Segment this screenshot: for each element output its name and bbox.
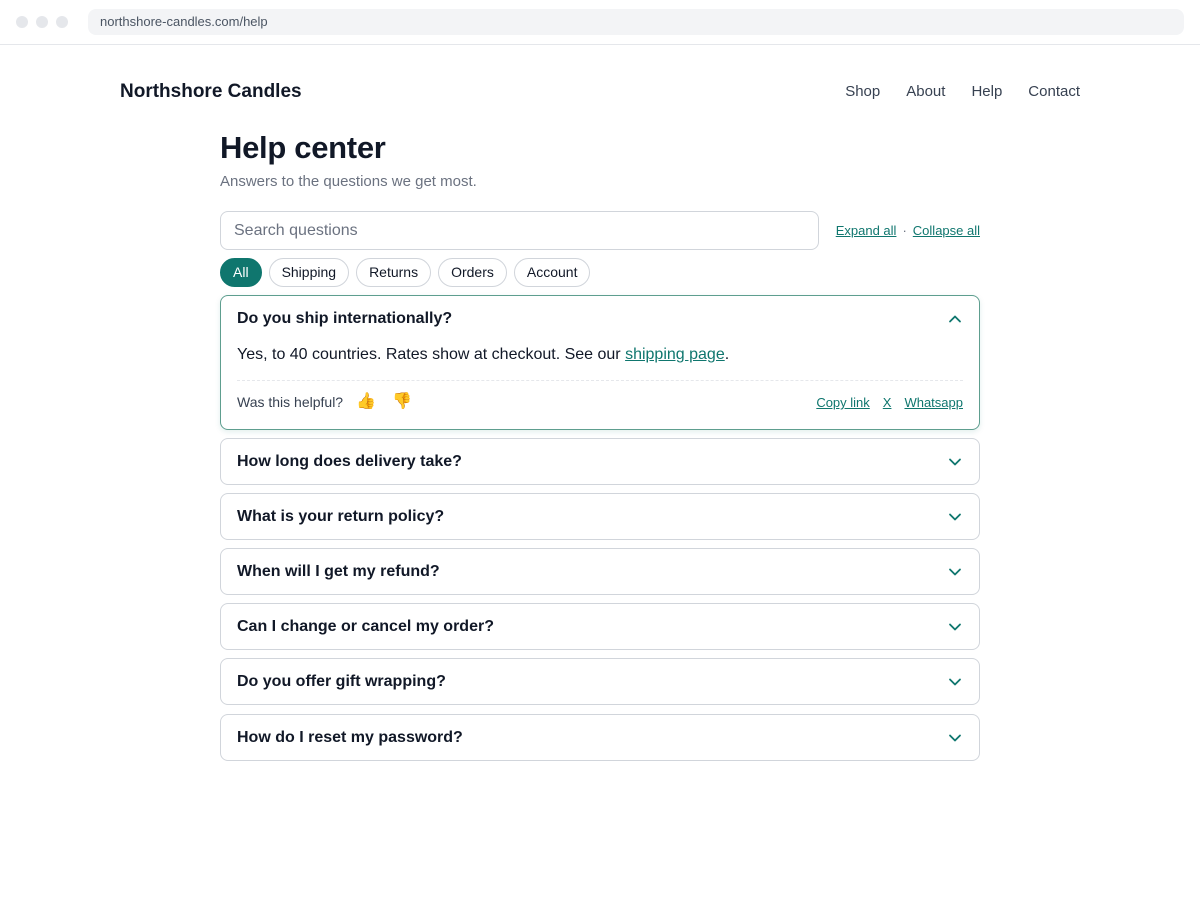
nav-link-help[interactable]: Help bbox=[971, 82, 1002, 102]
window-close-dot[interactable] bbox=[16, 16, 28, 28]
faq-item-open: Do you ship internationally? Yes, to 40 … bbox=[220, 295, 980, 430]
thumbs-down-icon[interactable]: 👎 bbox=[392, 393, 412, 411]
answer-text: Yes, to 40 countries. Rates show at chec… bbox=[237, 346, 626, 363]
filter-chip-account[interactable]: Account bbox=[513, 258, 591, 287]
helpful-label: Was this helpful? bbox=[237, 394, 344, 410]
shipping-page-link[interactable]: shipping page bbox=[625, 346, 725, 363]
brand-logo[interactable]: Northshore Candles bbox=[120, 80, 302, 104]
faq-question: Do you ship internationally? bbox=[237, 309, 453, 327]
faq-question: What is your return policy? bbox=[237, 507, 445, 525]
filter-chip-orders[interactable]: Orders bbox=[438, 258, 507, 287]
filter-chip-returns[interactable]: Returns bbox=[356, 258, 432, 287]
faq-question-toggle[interactable]: When will I get my refund? bbox=[221, 549, 979, 594]
faq-item[interactable]: Do you offer gift wrapping? bbox=[220, 658, 980, 705]
answer-suffix: . bbox=[724, 346, 730, 363]
faq-answer: Yes, to 40 countries. Rates show at chec… bbox=[221, 341, 979, 366]
faq-feedback-row: Was this helpful? 👍 👎 Copy link X Whatsa… bbox=[221, 381, 979, 425]
chevron-down-icon bbox=[947, 564, 963, 580]
faq-question: When will I get my refund? bbox=[237, 562, 440, 580]
faq-question-toggle[interactable]: Do you offer gift wrapping? bbox=[221, 659, 979, 704]
thumbs-up-icon[interactable]: 👍 bbox=[356, 393, 376, 411]
faq-question-toggle[interactable]: How long does delivery take? bbox=[221, 439, 979, 484]
faq-item[interactable]: Can I change or cancel my order? bbox=[220, 603, 980, 650]
faq-question: Do you offer gift wrapping? bbox=[237, 672, 446, 690]
nav-link-shop[interactable]: Shop bbox=[845, 82, 880, 102]
page-title: Help center bbox=[220, 130, 386, 165]
faq-item[interactable]: How long does delivery take? bbox=[220, 438, 980, 485]
nav-link-contact[interactable]: Contact bbox=[1028, 82, 1080, 102]
bulk-actions: Expand all · Collapse all bbox=[836, 223, 980, 238]
bulk-separator: · bbox=[902, 223, 907, 238]
window-maximize-dot[interactable] bbox=[56, 16, 68, 28]
chevron-up-icon bbox=[947, 311, 963, 327]
search-row: Expand all · Collapse all bbox=[220, 211, 980, 250]
share-whatsapp-link[interactable]: Whatsapp bbox=[904, 395, 963, 410]
faq-question: How do I reset my password? bbox=[237, 728, 463, 746]
chevron-down-icon bbox=[947, 674, 963, 690]
faq-question-toggle[interactable]: Do you ship internationally? bbox=[221, 296, 979, 341]
address-bar[interactable]: northshore-candles.com/help bbox=[88, 9, 1184, 35]
chevron-down-icon bbox=[947, 730, 963, 746]
chevron-down-icon bbox=[947, 619, 963, 635]
category-filters: All Shipping Returns Orders Account bbox=[220, 258, 591, 287]
faq-question-toggle[interactable]: How do I reset my password? bbox=[221, 715, 979, 760]
help-center: Help center Answers to the questions we … bbox=[220, 128, 980, 761]
filter-chip-shipping[interactable]: Shipping bbox=[268, 258, 350, 287]
window-minimize-dot[interactable] bbox=[36, 16, 48, 28]
expand-all-link[interactable]: Expand all bbox=[836, 223, 897, 238]
share-links: Copy link X Whatsapp bbox=[816, 395, 963, 410]
copy-link-button[interactable]: Copy link bbox=[816, 395, 869, 410]
main-nav: Shop About Help Contact bbox=[845, 82, 1080, 102]
faq-question-toggle[interactable]: Can I change or cancel my order? bbox=[221, 604, 979, 649]
collapse-all-link[interactable]: Collapse all bbox=[913, 223, 980, 238]
browser-toolbar: northshore-candles.com/help bbox=[0, 0, 1200, 45]
faq-question-toggle[interactable]: What is your return policy? bbox=[221, 494, 979, 539]
share-x-link[interactable]: X bbox=[883, 395, 892, 410]
nav-link-about[interactable]: About bbox=[906, 82, 945, 102]
chevron-down-icon bbox=[947, 454, 963, 470]
helpful-prompt: Was this helpful? 👍 👎 bbox=[237, 393, 412, 411]
filter-chip-all[interactable]: All bbox=[220, 258, 262, 287]
search-input[interactable] bbox=[220, 211, 819, 250]
faq-item[interactable]: When will I get my refund? bbox=[220, 548, 980, 595]
chevron-down-icon bbox=[947, 509, 963, 525]
faq-item[interactable]: What is your return policy? bbox=[220, 493, 980, 540]
faq-question: How long does delivery take? bbox=[237, 452, 462, 470]
page-subtitle: Answers to the questions we get most. bbox=[220, 173, 477, 190]
faq-item[interactable]: How do I reset my password? bbox=[220, 714, 980, 761]
faq-question: Can I change or cancel my order? bbox=[237, 617, 494, 635]
